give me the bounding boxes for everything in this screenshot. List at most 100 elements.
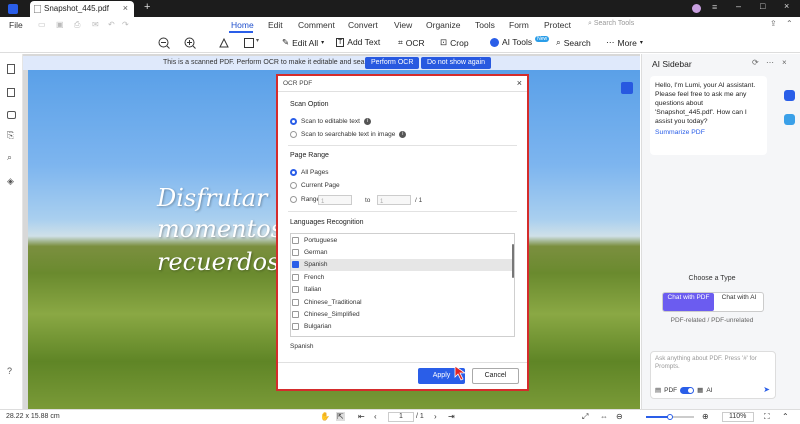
upload-icon[interactable]: ⇪ [770, 19, 777, 28]
ask-placeholder: Ask anything about PDF. Press '#' for Pr… [655, 355, 757, 370]
new-tab-button[interactable]: + [144, 1, 150, 13]
menu-bar: File ▭ ▣ ⎙ ✉ ↶ ↷ Home Edit Comment Conve… [0, 17, 800, 33]
zoom-slider[interactable] [646, 414, 694, 420]
zoom-level[interactable]: 110% [722, 412, 754, 422]
collapse-icon[interactable]: ⌃ [786, 19, 793, 28]
first-page-icon[interactable]: ⇤ [358, 412, 365, 421]
save-icon[interactable]: ▣ [56, 20, 64, 29]
close-window-icon[interactable]: × [784, 1, 789, 11]
word-icon[interactable] [784, 114, 795, 125]
attachment-icon[interactable]: ⎘ [7, 130, 14, 141]
language-item[interactable]: Spanish [291, 258, 514, 272]
print-icon[interactable]: ⎙ [74, 20, 80, 30]
chat-with-ai-button[interactable]: Chat with AI [714, 293, 764, 311]
search-button[interactable]: ⌕ Search [556, 37, 591, 48]
file-menu[interactable]: File [9, 20, 23, 30]
mode-switch[interactable] [680, 386, 695, 394]
help-icon[interactable]: ? [7, 366, 12, 376]
search-tools[interactable]: ⌕ Search Tools [588, 20, 634, 28]
layers-icon[interactable]: ◈ [7, 176, 14, 187]
cancel-button[interactable]: Cancel [472, 368, 519, 384]
ocr-button[interactable]: ⌗ OCR [398, 37, 425, 48]
language-item[interactable]: Bulgarian [291, 321, 514, 333]
chevron-down-icon[interactable]: ▾ [256, 37, 259, 44]
menu-convert[interactable]: Convert [348, 20, 378, 30]
current-page-radio[interactable]: Current Page [290, 182, 340, 189]
scan-searchable-radio[interactable]: Scan to searchable text in image i [290, 131, 407, 138]
zoom-out-icon[interactable] [158, 37, 170, 49]
edit-all-button[interactable]: ✎ Edit All ▾ [282, 37, 324, 48]
last-page-icon[interactable]: ⇥ [448, 412, 455, 421]
language-item[interactable]: Chinese_Traditional [291, 296, 514, 308]
shape-icon[interactable] [244, 38, 254, 48]
info-icon[interactable]: i [399, 131, 407, 138]
ask-input[interactable]: Ask anything about PDF. Press '#' for Pr… [650, 351, 776, 399]
pages-icon[interactable] [7, 64, 15, 74]
menu-comment[interactable]: Comment [298, 20, 335, 30]
more-options-icon[interactable]: ⋯ [766, 58, 774, 67]
fit-page-icon[interactable]: ⤢ [582, 412, 588, 422]
search-icon[interactable]: ⌕ [7, 152, 12, 163]
ai-assistant-icon[interactable] [784, 90, 795, 101]
perform-ocr-button[interactable]: Perform OCR [365, 57, 420, 69]
zoom-in-icon[interactable]: ⊕ [702, 412, 709, 421]
redo-icon[interactable]: ↷ [122, 20, 129, 29]
close-icon[interactable]: × [517, 78, 522, 88]
avatar[interactable] [692, 4, 701, 13]
menu-organize[interactable]: Organize [426, 20, 461, 30]
undo-icon[interactable]: ↶ [108, 20, 115, 29]
language-item[interactable]: Italian [291, 284, 514, 296]
menu-home[interactable]: Home [231, 20, 254, 30]
document-tab[interactable]: Snapshot_445.pdf × [30, 1, 134, 17]
doc-text-line-3: recuerdos [157, 248, 280, 276]
menu-tools[interactable]: Tools [475, 20, 495, 30]
add-text-button[interactable]: T Add Text [336, 37, 380, 47]
range-from-input[interactable]: 1 [318, 195, 352, 205]
collapse-panel-icon[interactable]: ⌃ [782, 412, 789, 421]
language-item[interactable]: Portuguese [291, 234, 514, 246]
menu-form[interactable]: Form [509, 20, 529, 30]
info-icon[interactable]: i [363, 118, 371, 125]
fullscreen-icon[interactable]: ⛶ [764, 412, 770, 422]
language-list[interactable]: Portuguese German Spanish French Italian… [290, 233, 515, 337]
bookmark-icon[interactable] [7, 88, 15, 97]
range-to-input[interactable]: 1 [377, 195, 411, 205]
maximize-icon[interactable]: □ [760, 1, 765, 11]
language-item[interactable]: German [291, 246, 514, 258]
comment-icon[interactable] [7, 111, 16, 119]
close-tab-icon[interactable]: × [123, 3, 128, 13]
page-number-input[interactable]: 1 [388, 412, 414, 422]
menu-protect[interactable]: Protect [544, 20, 571, 30]
language-item[interactable]: Chinese_Simplified [291, 308, 514, 320]
menu-icon[interactable]: ≡ [712, 2, 717, 12]
all-pages-radio[interactable]: All Pages [290, 169, 328, 176]
zoom-in-icon[interactable] [184, 37, 196, 49]
summarize-pdf-link[interactable]: Summarize PDF [655, 128, 762, 137]
scan-editable-radio[interactable]: Scan to editable text i [290, 118, 371, 125]
language-item[interactable]: French [291, 271, 514, 283]
next-page-icon[interactable]: › [434, 412, 437, 421]
chat-with-pdf-button[interactable]: Chat with PDF [663, 293, 714, 311]
menu-view[interactable]: View [394, 20, 412, 30]
highlight-icon[interactable] [218, 37, 230, 49]
menu-edit[interactable]: Edit [268, 20, 283, 30]
range-radio[interactable]: Range [290, 196, 320, 203]
select-tool-icon[interactable]: ⇱ [336, 412, 345, 421]
zoom-out-icon[interactable]: ⊖ [616, 412, 623, 421]
fit-width-icon[interactable]: ⇔ [600, 412, 608, 421]
more-button[interactable]: ⋯ More ▾ [606, 37, 643, 48]
list-scrollbar[interactable] [512, 244, 514, 278]
email-icon[interactable]: ✉ [92, 20, 99, 29]
ai-tools-label: AI Tools [502, 37, 533, 47]
send-icon[interactable]: ➤ [763, 385, 770, 394]
minimize-icon[interactable]: – [736, 1, 741, 11]
do-not-show-button[interactable]: Do not show again [421, 57, 491, 69]
ai-tools-button[interactable]: AI Tools New [490, 36, 550, 47]
page-tool-icon[interactable] [621, 82, 633, 94]
open-icon[interactable]: ▭ [38, 20, 46, 29]
prev-page-icon[interactable]: ‹ [374, 412, 377, 421]
close-sidebar-icon[interactable]: × [782, 58, 787, 67]
hand-tool-icon[interactable]: ✋ [320, 412, 330, 421]
history-icon[interactable]: ⟳ [752, 58, 759, 67]
crop-button[interactable]: ⊡ Crop [440, 37, 469, 48]
